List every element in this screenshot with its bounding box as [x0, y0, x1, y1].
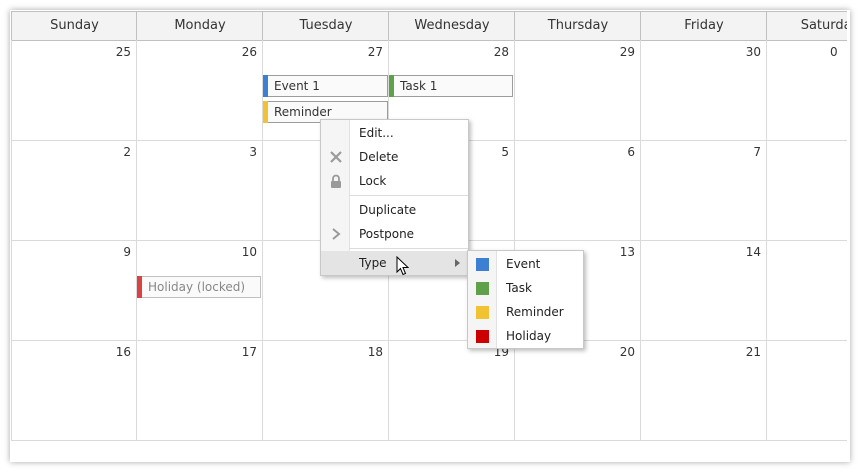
day-number: 14	[745, 245, 761, 259]
context-menu: Edit... Delete Lock Duplicate Postpone T…	[320, 119, 469, 276]
event-item[interactable]: Event 1	[263, 75, 388, 97]
day-number: 16	[115, 345, 131, 359]
menu-separator	[349, 248, 468, 249]
day-number: 6	[627, 145, 635, 159]
holiday-item[interactable]: Holiday (locked)	[137, 276, 261, 298]
submenu-item-label: Event	[506, 257, 541, 271]
day-number: 20	[619, 345, 635, 359]
day-number: 30	[745, 45, 761, 59]
event-label: Event 1	[274, 79, 320, 93]
mouse-cursor-icon	[396, 255, 410, 276]
day-cell[interactable]: 29	[514, 40, 641, 140]
chevron-right-icon	[329, 227, 343, 241]
day-cell[interactable]: 3	[136, 140, 263, 240]
day-cell[interactable]	[766, 240, 847, 340]
header-tuesday: Tuesday	[262, 12, 389, 40]
day-number: 2	[123, 145, 131, 159]
day-number: 13	[619, 245, 635, 259]
submenu-item-event[interactable]: Event	[468, 252, 583, 276]
holiday-label: Holiday (locked)	[148, 280, 246, 294]
day-number: 21	[745, 345, 761, 359]
day-cell[interactable]: 30	[640, 40, 767, 140]
color-swatch-icon	[476, 282, 489, 295]
menu-item-edit[interactable]: Edit...	[321, 121, 468, 145]
header-wednesday: Wednesday	[388, 12, 515, 40]
header-sunday: Sunday	[11, 12, 137, 40]
task-item[interactable]: Task 1	[389, 75, 513, 97]
week-row: 16 17 18 19 20 21	[11, 340, 847, 441]
event-color-bar	[263, 75, 268, 97]
menu-item-type[interactable]: Type	[321, 251, 468, 275]
day-cell[interactable]: 21	[640, 340, 767, 440]
day-cell[interactable]: 0	[766, 40, 847, 140]
day-number: 28	[493, 45, 509, 59]
lock-icon	[329, 174, 343, 188]
submenu-item-label: Holiday	[506, 329, 552, 343]
reminder-color-bar	[263, 101, 268, 123]
menu-item-postpone[interactable]: Postpone	[321, 222, 468, 246]
menu-item-label: Lock	[359, 174, 387, 188]
header-saturday: Saturday	[766, 12, 847, 40]
menu-item-label: Edit...	[359, 126, 394, 140]
day-number: 26	[241, 45, 257, 59]
submenu-item-holiday[interactable]: Holiday	[468, 324, 583, 348]
day-number: 17	[241, 345, 257, 359]
day-number: 10	[241, 245, 257, 259]
holiday-color-bar	[137, 276, 142, 298]
day-cell[interactable]: 25	[11, 40, 137, 140]
menu-item-label: Duplicate	[359, 203, 417, 217]
color-swatch-icon	[476, 258, 489, 271]
day-cell[interactable]: 9	[11, 240, 137, 340]
type-submenu: Event Task Reminder Holiday	[467, 250, 584, 349]
day-number: 9	[123, 245, 131, 259]
header-thursday: Thursday	[514, 12, 641, 40]
close-icon	[329, 150, 343, 164]
menu-item-label: Delete	[359, 150, 399, 164]
submenu-item-reminder[interactable]: Reminder	[468, 300, 583, 324]
day-number: 25	[115, 45, 131, 59]
menu-item-duplicate[interactable]: Duplicate	[321, 198, 468, 222]
color-swatch-icon	[476, 306, 489, 319]
day-cell[interactable]: 18	[262, 340, 389, 440]
day-cell[interactable]: 19	[388, 340, 515, 440]
day-number: 29	[619, 45, 635, 59]
day-cell[interactable]: 7	[640, 140, 767, 240]
day-number: 5	[501, 145, 509, 159]
task-color-bar	[389, 75, 394, 97]
day-cell[interactable]: 2	[11, 140, 137, 240]
day-cell[interactable]: 20	[514, 340, 641, 440]
day-cell[interactable]: 6	[514, 140, 641, 240]
menu-separator	[349, 195, 468, 196]
submenu-item-label: Task	[506, 281, 532, 295]
menu-item-label: Type	[359, 256, 387, 270]
day-cell[interactable]: 14	[640, 240, 767, 340]
submenu-item-label: Reminder	[506, 305, 564, 319]
submenu-arrow-icon	[455, 259, 460, 267]
task-label: Task 1	[400, 79, 438, 93]
menu-item-lock[interactable]: Lock	[321, 169, 468, 193]
day-cell[interactable]	[766, 340, 847, 440]
day-cell[interactable]	[766, 140, 847, 240]
day-cell[interactable]: 16	[11, 340, 137, 440]
day-number: 3	[249, 145, 257, 159]
reminder-label: Reminder	[274, 105, 332, 119]
weekday-header: Sunday Monday Tuesday Wednesday Thursday…	[11, 11, 847, 41]
day-cell[interactable]: 17	[136, 340, 263, 440]
header-monday: Monday	[136, 12, 263, 40]
submenu-item-task[interactable]: Task	[468, 276, 583, 300]
day-number: 7	[753, 145, 761, 159]
day-cell[interactable]: 26	[136, 40, 263, 140]
menu-item-delete[interactable]: Delete	[321, 145, 468, 169]
day-number: 18	[367, 345, 383, 359]
day-number: 27	[367, 45, 383, 59]
day-number: 0	[830, 45, 838, 59]
menu-item-label: Postpone	[359, 227, 415, 241]
header-friday: Friday	[640, 12, 767, 40]
color-swatch-icon	[476, 330, 489, 343]
